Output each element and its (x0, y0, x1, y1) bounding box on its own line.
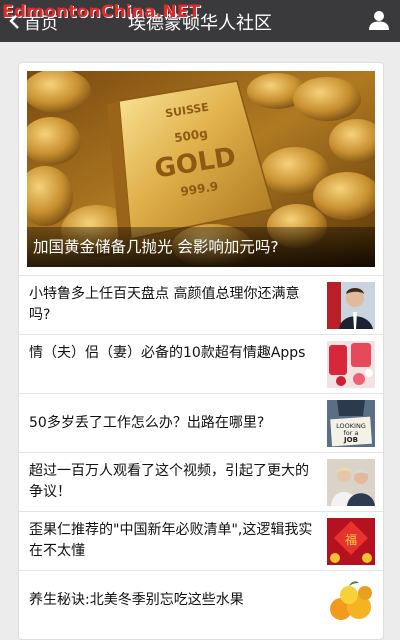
list-item[interactable]: 养生秘诀:北美冬季别忘吃这些水果 (19, 570, 383, 630)
fu-character: 福 (345, 532, 357, 547)
list-item[interactable]: 50多岁丢了工作怎么办？出路在哪里? LOOKING for a JOB (19, 393, 383, 453)
article-title: 养生秘诀:北美冬季别忘吃这些水果 (29, 592, 244, 608)
article-thumbnail (327, 577, 375, 624)
article-title: 歪果仁推荐的"中国新年必败清单",这逻辑我实在不太懂 (29, 522, 313, 559)
article-title: 超过一百万人观看了这个视频，引起了更大的争议！ (29, 463, 309, 500)
list-item[interactable]: 超过一百万人观看了这个视频，引起了更大的争议！ (19, 452, 383, 512)
sign-text: JOB (343, 436, 358, 444)
hero-article[interactable]: SUISSE 500g GOLD 999.9 加国黄金储备几抛光 会影响加元吗? (27, 71, 375, 267)
person-icon (369, 11, 389, 30)
article-thumbnail (327, 282, 375, 329)
article-title: 小特鲁多上任百天盘点 高颜值总理你还满意吗? (29, 286, 300, 323)
article-title: 50多岁丢了工作怎么办？出路在哪里? (29, 415, 265, 431)
article-thumbnail: LOOKING for a JOB (327, 400, 375, 447)
article-card: SUISSE 500g GOLD 999.9 加国黄金储备几抛光 会影响加元吗?… (18, 62, 384, 640)
list-item[interactable]: 情（夫）侣（妻）必备的10款超有情趣Apps (19, 334, 383, 394)
profile-button[interactable] (368, 9, 390, 31)
article-thumbnail (327, 459, 375, 506)
hero-caption: 加国黄金储备几抛光 会影响加元吗? (27, 227, 375, 267)
article-title: 情（夫）侣（妻）必备的10款超有情趣Apps (29, 345, 306, 361)
site-watermark: EdmontonChina.NET (2, 2, 201, 22)
article-thumbnail: 福 (327, 518, 375, 565)
article-thumbnail (327, 341, 375, 388)
list-item[interactable]: 小特鲁多上任百天盘点 高颜值总理你还满意吗? (19, 275, 383, 335)
list-item[interactable]: 歪果仁推荐的"中国新年必败清单",这逻辑我实在不太懂 福 (19, 511, 383, 571)
